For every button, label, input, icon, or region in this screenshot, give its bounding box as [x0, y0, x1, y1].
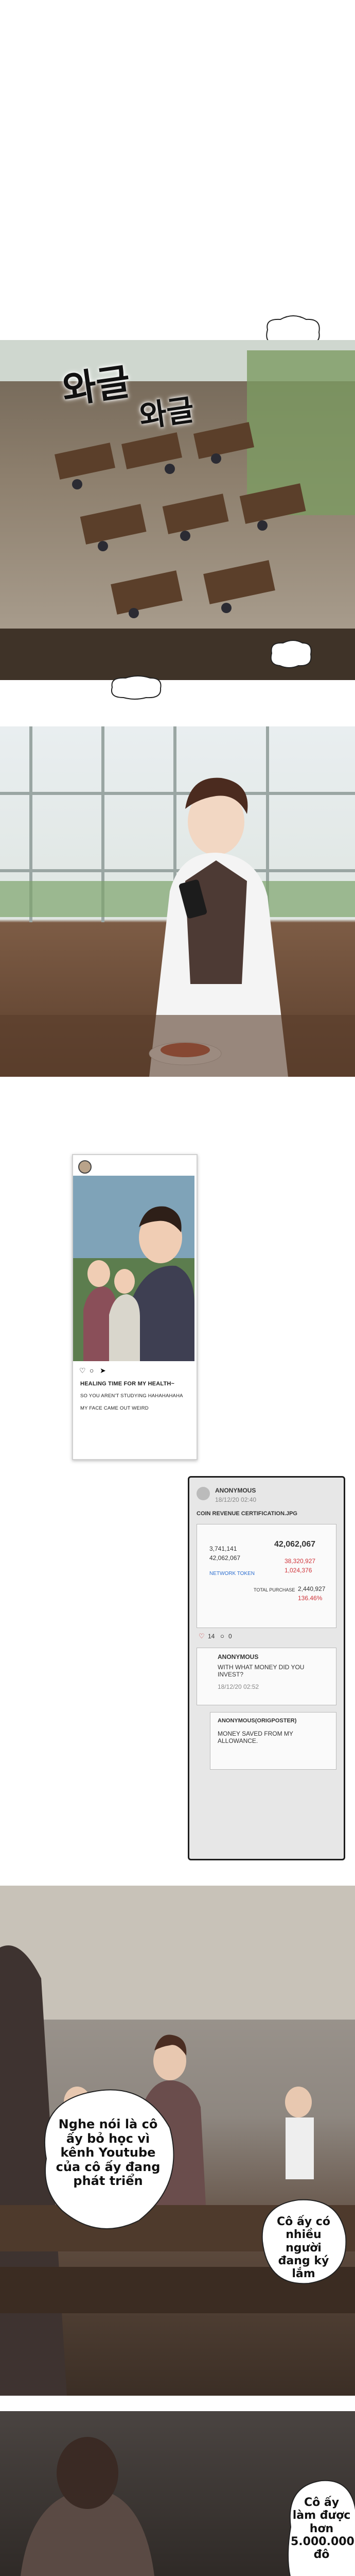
comment-text: MONEY SAVED FROM MY ALLOWANCE.	[218, 1730, 293, 1744]
post-comment-1: SO YOU AREN'T STUDYING HAHAHAHAHA	[80, 1393, 183, 1399]
value: 1,024,376	[285, 1567, 312, 1574]
timestamp: 18/12/20 02:52	[218, 1683, 259, 1690]
sfx-large: 와글	[59, 359, 133, 412]
value: 38,320,927	[285, 1557, 316, 1565]
bubble-bottom-text: Cô ấy làm được hơn 5.000.000 đô	[291, 2496, 354, 2562]
phone-screen: ANONYMOUS 18/12/20 02:40 COIN REVENUE CE…	[188, 1476, 345, 1860]
avatar[interactable]	[78, 1160, 92, 1174]
comment-icon[interactable]: ○	[220, 1632, 224, 1640]
avatar	[197, 1487, 210, 1500]
man-eating-panel	[0, 726, 355, 1077]
comment-count: 0	[228, 1633, 232, 1640]
chart-screenshot: 3,741,141 42,062,067 42,062,067 38,320,9…	[197, 1524, 336, 1628]
post-caption: HEALING TIME FOR MY HEALTH~	[80, 1381, 175, 1387]
file-name: COIN REVENUE CERTIFICATION.JPG	[197, 1511, 297, 1517]
classroom-panel: Nghe nói là cô ấy bỏ học vì kênh Youtube…	[0, 1886, 355, 2396]
man-eating-illustration	[0, 726, 355, 1077]
social-post-card: ♡ ○ ➤ HEALING TIME FOR MY HEALTH~ SO YOU…	[72, 1154, 198, 1460]
speech-bubble-mid-1	[270, 640, 312, 668]
bubble-left-text: Nghe nói là cô ấy bỏ học vì kênh Youtube…	[56, 2117, 161, 2189]
value: 42,062,067	[274, 1540, 316, 1549]
sfx-small: 와글	[137, 392, 197, 435]
bottom-panel: Cô ấy làm được hơn 5.000.000 đô	[0, 2411, 355, 2576]
post-comment-2: MY FACE CAME OUT WEIRD	[80, 1405, 149, 1411]
token-label: NETWORK TOKEN	[209, 1571, 255, 1577]
bubble-right-text: Cô ấy có nhiều người đang ký lắm	[277, 2215, 330, 2281]
comment-text: WITH WHAT MONEY DID YOU INVEST?	[218, 1664, 305, 1678]
label: TOTAL PURCHASE	[254, 1587, 295, 1592]
timestamp: 18/12/20 02:40	[215, 1496, 257, 1503]
value: 42,062,067	[209, 1554, 241, 1562]
heart-icon[interactable]: ♡	[79, 1366, 86, 1375]
like-count: 14	[208, 1633, 215, 1640]
comment-icon[interactable]: ○	[90, 1366, 94, 1375]
post-photo	[73, 1176, 194, 1361]
value: 136.46%	[298, 1595, 323, 1602]
comment-question: ANONYMOUS WITH WHAT MONEY DID YOU INVEST…	[197, 1648, 336, 1705]
speech-bubble-mid-2	[111, 675, 162, 700]
heart-icon[interactable]: ♡	[199, 1632, 205, 1640]
user-name: ANONYMOUS(ORIGPOSTER)	[218, 1718, 297, 1724]
share-icon[interactable]: ➤	[100, 1366, 106, 1375]
value: 2,440,927	[298, 1585, 326, 1592]
value: 3,741,141	[209, 1545, 237, 1552]
user-name: ANONYMOUS	[218, 1653, 259, 1660]
user-name: ANONYMOUS	[215, 1487, 256, 1494]
comment-reply: ANONYMOUS(ORIGPOSTER) MONEY SAVED FROM M…	[210, 1712, 336, 1770]
cafeteria-panel: 와글 와글	[0, 340, 355, 680]
